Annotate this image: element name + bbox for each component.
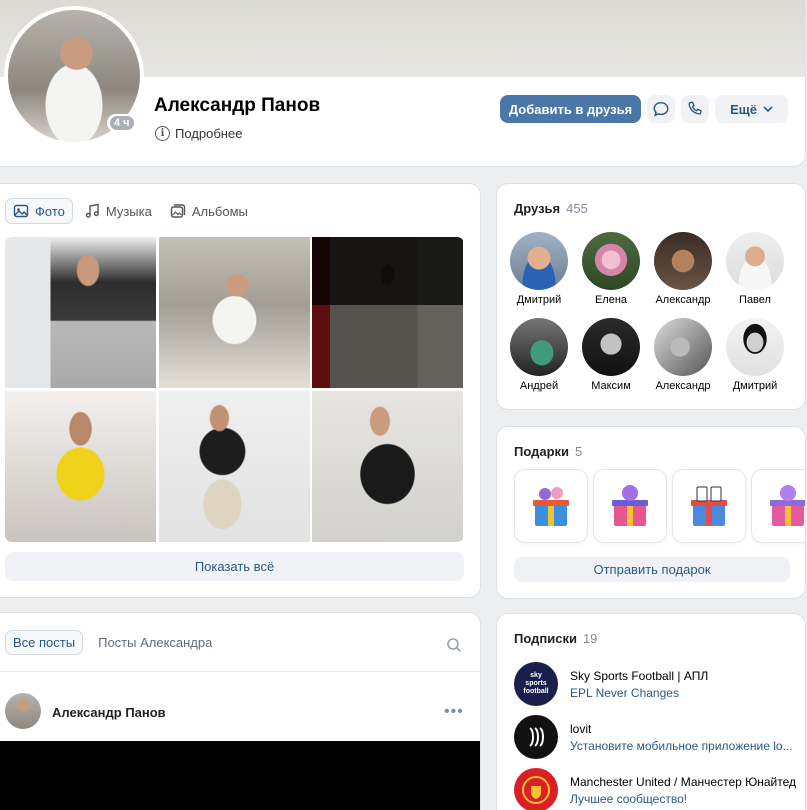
avatar: [582, 318, 640, 376]
media-tabs: Фото Музыка Альбомы: [5, 198, 255, 224]
friend-item[interactable]: Александр: [645, 232, 721, 306]
avatar: [654, 318, 712, 376]
crest-icon: [522, 776, 550, 804]
lovit-logo: [514, 715, 558, 759]
online-status-badge: 4 ч: [107, 114, 137, 132]
tab-music[interactable]: Музыка: [77, 199, 159, 223]
post-tabs: Все посты Посты Александра: [5, 630, 219, 655]
search-button[interactable]: [446, 637, 462, 656]
subscription-item[interactable]: Manchester United / Манчестер Юнайтед Лу…: [514, 768, 796, 810]
post-media[interactable]: [0, 741, 480, 810]
message-button[interactable]: [647, 95, 675, 123]
chevron-down-icon: [763, 106, 773, 113]
photo-thumbnail[interactable]: [159, 237, 310, 388]
avatar: [510, 232, 568, 290]
media-card: Фото Музыка Альбомы Показать всё: [0, 183, 481, 598]
avatar: [654, 232, 712, 290]
albums-icon: [170, 204, 186, 218]
call-button[interactable]: [681, 95, 709, 123]
subscriptions-card: Подписки 19 sky sports football Sky Sport…: [496, 613, 806, 810]
message-icon: [653, 101, 669, 117]
tab-photos[interactable]: Фото: [5, 198, 73, 224]
more-dots-icon[interactable]: •••: [444, 703, 464, 721]
friend-item[interactable]: Дмитрий: [717, 318, 793, 392]
send-gift-button[interactable]: Отправить подарок: [514, 557, 790, 582]
lovit-icon: [529, 727, 544, 747]
subscription-item[interactable]: sky sports football Sky Sports Football …: [514, 662, 708, 706]
gift-box-icon: [770, 485, 805, 526]
friend-item[interactable]: Андрей: [501, 318, 577, 392]
friend-item[interactable]: Елена: [573, 232, 649, 306]
image-icon: [13, 204, 29, 218]
profile-name: Александр Панов: [154, 95, 321, 116]
photo-thumbnail[interactable]: [159, 391, 310, 542]
post-author-avatar[interactable]: [5, 693, 41, 729]
avatar: [510, 318, 568, 376]
phone-icon: [688, 101, 702, 115]
gift-item[interactable]: [752, 470, 805, 542]
profile-details-link[interactable]: i Подробнее: [155, 126, 242, 141]
search-icon: [447, 638, 462, 653]
add-friend-button[interactable]: Добавить в друзья: [500, 95, 641, 123]
subscription-item[interactable]: lovit Установите мобильное приложение lo…: [514, 715, 793, 759]
sky-sports-logo: sky sports football: [514, 662, 558, 706]
avatar: [582, 232, 640, 290]
tab-author-posts[interactable]: Посты Александра: [91, 631, 219, 654]
manchester-united-logo: [514, 768, 558, 810]
gift-box-icon: [533, 487, 569, 526]
subscriptions-header[interactable]: Подписки 19: [514, 631, 597, 646]
friend-item[interactable]: Максим: [573, 318, 649, 392]
gifts-header[interactable]: Подарки 5: [514, 444, 582, 459]
friends-card: Друзья 455 Дмитрий Елена Александр Павел …: [496, 183, 806, 410]
gift-box-icon: [612, 485, 648, 526]
show-all-photos-button[interactable]: Показать всё: [5, 552, 464, 581]
friend-item[interactable]: Александр: [645, 318, 721, 392]
photo-thumbnail[interactable]: [312, 391, 463, 542]
divider: [0, 671, 480, 672]
posts-card: Все посты Посты Александра Александр Пан…: [0, 612, 481, 810]
photo-thumbnail[interactable]: [5, 237, 156, 388]
more-button[interactable]: Ещё: [715, 95, 788, 123]
gift-item[interactable]: [594, 470, 666, 542]
photo-thumbnail[interactable]: [312, 237, 463, 388]
post-author-name[interactable]: Александр Панов: [52, 705, 166, 720]
photo-thumbnail[interactable]: [5, 391, 156, 542]
friend-item[interactable]: Павел: [717, 232, 793, 306]
gifts-card: Подарки 5 Отправить подарок: [496, 426, 806, 599]
photo-grid: [5, 237, 464, 542]
avatar: [726, 318, 784, 376]
friend-item[interactable]: Дмитрий: [501, 232, 577, 306]
gift-item[interactable]: [673, 470, 745, 542]
tab-albums[interactable]: Альбомы: [163, 199, 255, 223]
info-icon: i: [155, 126, 170, 141]
gift-item[interactable]: [515, 470, 587, 542]
music-note-icon: [85, 203, 99, 218]
friends-header[interactable]: Друзья 455: [514, 201, 588, 216]
tab-all-posts[interactable]: Все посты: [5, 630, 84, 655]
gift-box-icon: [691, 486, 727, 526]
avatar: [726, 232, 784, 290]
